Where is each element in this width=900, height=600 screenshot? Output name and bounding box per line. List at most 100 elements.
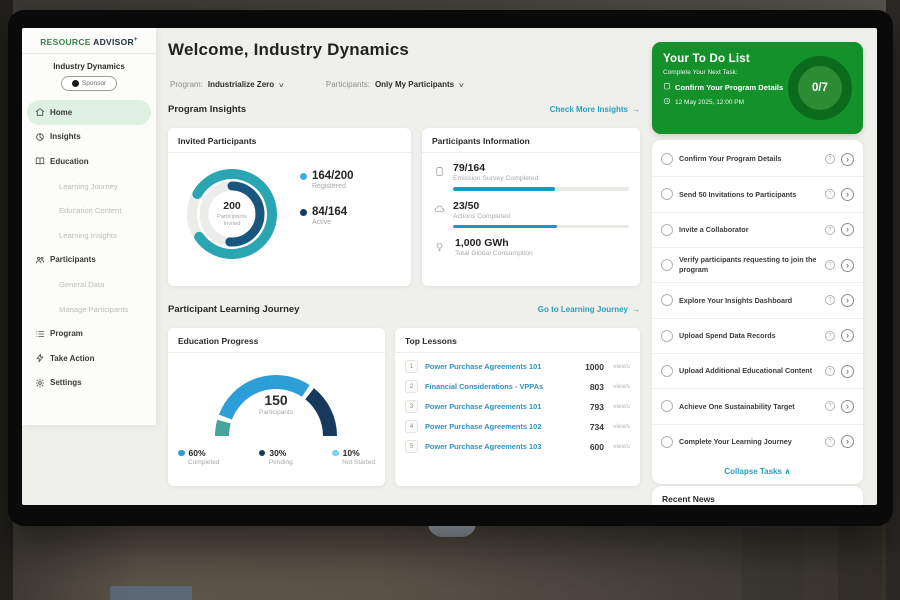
lesson-link[interactable]: Power Purchase Agreements 103 <box>425 442 583 451</box>
task-checkbox[interactable] <box>661 224 673 236</box>
task-info-icon[interactable]: ? <box>825 331 835 341</box>
sidebar-item-education[interactable]: Education <box>27 149 151 174</box>
task-info-icon[interactable]: ? <box>825 437 835 447</box>
task-info-icon[interactable]: ? <box>825 295 835 305</box>
chevron-right-icon[interactable]: › <box>841 329 854 342</box>
sponsor-label: Sponsor <box>82 80 106 87</box>
chevron-right-icon[interactable]: › <box>841 259 854 272</box>
sidebar-item-education-content[interactable]: Education Content <box>27 198 151 223</box>
task-row[interactable]: Complete Your Learning Journey ? › <box>652 424 863 459</box>
donut-center: 200 Participants Invited <box>180 162 284 266</box>
lesson-row[interactable]: 5 Power Purchase Agreements 103 600 view… <box>395 433 640 453</box>
sidebar-item-general-data[interactable]: General Data <box>27 272 151 297</box>
participants-filter[interactable]: Participants: Only My Participants ∨ <box>326 80 464 89</box>
sidebar-item-label: Home <box>50 108 72 117</box>
collapse-tasks-link[interactable]: Collapse Tasks ∧ <box>652 459 863 482</box>
stat-value: 23/50 <box>453 200 629 212</box>
people-icon <box>35 255 50 265</box>
participants-filter-label: Participants: <box>326 80 370 89</box>
card-title: Education Progress <box>168 328 385 353</box>
legend-item-pending: 30% Pending <box>259 448 293 466</box>
program-name: Industry Dynamics <box>22 62 156 71</box>
task-info-icon[interactable]: ? <box>825 154 835 164</box>
todo-task-list: Confirm Your Program Details ? › Send 50… <box>652 140 863 484</box>
task-checkbox[interactable] <box>661 188 673 200</box>
section-title: Participant Learning Journey <box>168 304 299 315</box>
sidebar-item-home[interactable]: Home <box>27 100 151 125</box>
book-icon <box>35 156 50 166</box>
task-checkbox[interactable] <box>661 400 673 412</box>
go-to-learning-journey-link[interactable]: Go to Learning Journey → <box>538 305 640 314</box>
legend-item-active: 84/164 Active <box>300 206 354 226</box>
sidebar-item-label: Learning Journey <box>59 182 118 191</box>
sidebar-item-label: Education <box>50 157 89 166</box>
chevron-right-icon[interactable]: › <box>841 435 854 448</box>
views-suffix: views <box>613 423 630 430</box>
sidebar-item-settings[interactable]: Settings <box>27 371 151 396</box>
sidebar-item-participants[interactable]: Participants <box>27 248 151 273</box>
lesson-row[interactable]: 2 Financial Considerations - VPPAs 803 v… <box>395 373 640 393</box>
task-checkbox[interactable] <box>661 259 673 271</box>
task-row[interactable]: Send 50 Invitations to Participants ? › <box>652 176 863 211</box>
chevron-right-icon[interactable]: › <box>841 153 854 166</box>
education-progress-card: Education Progress 150 Participants 60% … <box>168 328 385 486</box>
page-title: Welcome, Industry Dynamics <box>168 40 409 60</box>
task-checkbox[interactable] <box>661 330 673 342</box>
lesson-link[interactable]: Power Purchase Agreements 101 <box>425 402 583 411</box>
task-row[interactable]: Verify participants requesting to join t… <box>652 247 863 282</box>
sidebar-item-manage-participants[interactable]: Manage Participants <box>27 297 151 322</box>
task-row[interactable]: Explore Your Insights Dashboard ? › <box>652 282 863 317</box>
sponsor-badge[interactable]: Sponsor <box>61 76 117 91</box>
app-logo: RESOURCE ADVISOR+ <box>22 28 156 54</box>
progress-track <box>453 187 629 191</box>
check-more-insights-link[interactable]: Check More Insights → <box>550 105 640 114</box>
task-row[interactable]: Achieve One Sustainability Target ? › <box>652 388 863 423</box>
chevron-right-icon[interactable]: › <box>841 365 854 378</box>
task-row[interactable]: Upload Additional Educational Content ? … <box>652 353 863 388</box>
clock-icon <box>663 97 671 107</box>
active-value: 84/164 <box>312 206 347 218</box>
sidebar-item-learning-insights[interactable]: Learning Insights <box>27 223 151 248</box>
completed-label: Completed <box>188 459 219 466</box>
chevron-right-icon[interactable]: › <box>841 294 854 307</box>
sidebar-item-program[interactable]: Program <box>27 321 151 346</box>
sidebar-item-label: Participants <box>50 255 96 264</box>
sponsor-icon <box>72 80 79 87</box>
task-info-icon[interactable]: ? <box>825 401 835 411</box>
task-row[interactable]: Upload Spend Data Records ? › <box>652 318 863 353</box>
task-row[interactable]: Confirm Your Program Details ? › <box>652 142 863 176</box>
survey-icon <box>434 162 445 191</box>
sidebar-item-label: Manage Participants <box>59 305 128 314</box>
scene: RESOURCE ADVISOR+ Industry Dynamics Spon… <box>0 0 900 600</box>
task-info-icon[interactable]: ? <box>825 260 835 270</box>
program-filter[interactable]: Program: Industrialize Zero ∨ <box>170 80 284 89</box>
lesson-row[interactable]: 1 Power Purchase Agreements 101 1000 vie… <box>395 353 640 373</box>
stat-emission-survey: 79/164 Emission Survey Completed <box>422 153 640 191</box>
task-info-icon[interactable]: ? <box>825 189 835 199</box>
sidebar-item-learning-journey[interactable]: Learning Journey <box>27 174 151 199</box>
lesson-row[interactable]: 3 Power Purchase Agreements 101 793 view… <box>395 393 640 413</box>
task-checkbox[interactable] <box>661 436 673 448</box>
lesson-link[interactable]: Financial Considerations - VPPAs <box>425 382 583 391</box>
stat-label: Actions Completed <box>453 213 629 220</box>
todo-due-label: 12 May 2025, 12:00 PM <box>675 99 744 106</box>
lesson-link[interactable]: Power Purchase Agreements 102 <box>425 422 583 431</box>
task-checkbox[interactable] <box>661 365 673 377</box>
chevron-right-icon[interactable]: › <box>841 223 854 236</box>
collapse-label: Collapse Tasks <box>724 467 782 476</box>
task-row[interactable]: Invite a Collaborator ? › <box>652 212 863 247</box>
task-info-icon[interactable]: ? <box>825 225 835 235</box>
sidebar-item-take-action[interactable]: Take Action <box>27 346 151 371</box>
lesson-link[interactable]: Power Purchase Agreements 101 <box>425 362 578 371</box>
sidebar-item-insights[interactable]: Insights <box>27 125 151 150</box>
learning-journey-header: Participant Learning Journey Go to Learn… <box>168 304 640 315</box>
task-info-icon[interactable]: ? <box>825 366 835 376</box>
gauge-center: 150 Participants <box>198 392 354 416</box>
clipboard-icon <box>663 82 671 92</box>
chevron-right-icon[interactable]: › <box>841 400 854 413</box>
task-checkbox[interactable] <box>661 153 673 165</box>
lesson-row[interactable]: 4 Power Purchase Agreements 102 734 view… <box>395 413 640 433</box>
lesson-views: 803 <box>590 382 604 392</box>
chevron-right-icon[interactable]: › <box>841 188 854 201</box>
task-checkbox[interactable] <box>661 294 673 306</box>
